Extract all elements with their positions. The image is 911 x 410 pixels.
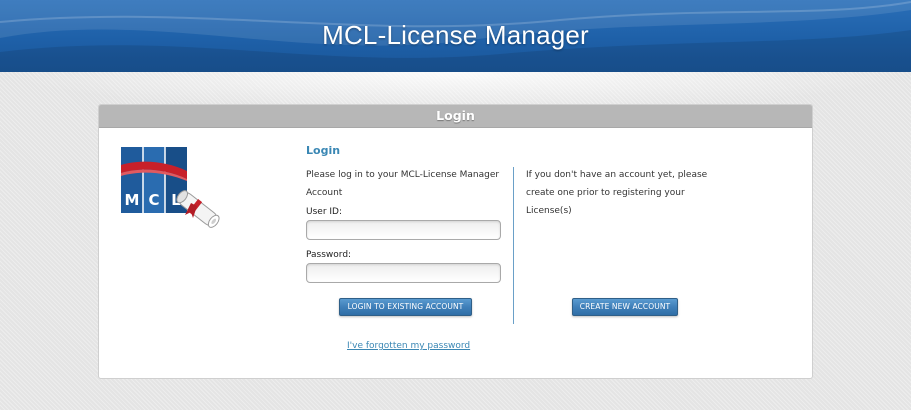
panel-title: Login <box>99 105 812 128</box>
create-account-button[interactable]: CREATE NEW ACCOUNT <box>572 298 678 316</box>
mcl-logo: M C L <box>121 147 220 228</box>
header-banner: MCL-License Manager <box>0 0 911 72</box>
login-panel: Login M C L Login Please log in to your … <box>98 104 813 379</box>
password-label: Password: <box>306 250 352 260</box>
logo-letter-m: M <box>125 191 140 209</box>
logo-letter-c: C <box>148 191 159 209</box>
register-info-text: If you don't have an account yet, please… <box>526 170 708 216</box>
login-button[interactable]: LOGIN TO EXISTING ACCOUNT <box>339 298 472 316</box>
column-divider <box>513 167 514 324</box>
forgot-password-link[interactable]: I've forgotten my password <box>347 341 470 351</box>
user-id-label: User ID: <box>306 207 342 217</box>
password-input[interactable] <box>306 263 501 283</box>
user-id-input[interactable] <box>306 220 501 240</box>
login-intro-text: Please log in to your MCL-License Manage… <box>306 170 500 198</box>
app-title: MCL-License Manager <box>322 20 589 50</box>
login-section-title: Login <box>306 144 341 157</box>
